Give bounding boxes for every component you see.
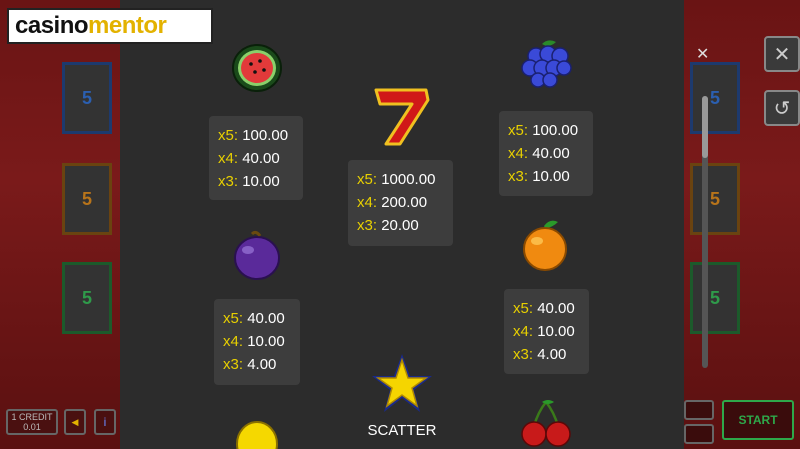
close-icon[interactable]: ✕ — [696, 44, 709, 64]
payout-value: 40.00 — [537, 300, 575, 317]
credit-display[interactable]: 1 CREDIT 0.01 — [6, 409, 58, 435]
multiplier-label: x3: — [508, 168, 529, 185]
payout-value: 100.00 — [532, 122, 579, 139]
multiplier-label: x3: — [218, 173, 239, 190]
left-arrow-icon: ◀ — [71, 417, 79, 427]
payout-value: 1000.00 — [381, 171, 436, 188]
payout-value: 20.00 — [381, 217, 419, 234]
logo-text-part1: casino — [15, 12, 89, 39]
payout-value: 10.00 — [537, 323, 575, 340]
multiplier-label: x4: — [223, 333, 244, 350]
credit-label: 1 CREDIT — [11, 412, 53, 422]
logo-text-part2: mentor — [88, 12, 167, 39]
multiplier-label: x5: — [513, 300, 534, 317]
payout-value: 200.00 — [381, 194, 428, 211]
watermelon-icon — [232, 44, 282, 92]
orange-icon — [523, 220, 567, 271]
grapes-icon — [521, 40, 572, 88]
multiplier-label: x4: — [357, 194, 378, 211]
casinomentor-logo: casino mentor — [7, 8, 213, 44]
seven-icon — [374, 88, 430, 146]
payout-value: 100.00 — [242, 127, 289, 144]
multiplier-label: x4: — [218, 150, 239, 167]
history-button[interactable]: ↺ — [764, 90, 800, 126]
reel-slot-right-2: 5 — [690, 163, 740, 235]
credit-value: 0.01 — [23, 422, 41, 432]
history-icon: ↺ — [773, 97, 791, 120]
close-button[interactable]: ✕ — [764, 36, 800, 72]
payout-value: 40.00 — [247, 310, 285, 327]
reel-number: 5 — [709, 188, 720, 209]
scrollbar-thumb[interactable] — [702, 96, 708, 158]
multiplier-label: x4: — [508, 145, 529, 162]
paytable-orange: x5: 40.00 x4: 10.00 x3: 4.00 — [504, 289, 589, 374]
reel-number: 5 — [81, 287, 92, 308]
gamble-button[interactable] — [684, 400, 714, 420]
multiplier-label: x5: — [357, 171, 378, 188]
info-icon: i — [103, 415, 107, 429]
payout-value: 40.00 — [532, 145, 570, 162]
payout-value: 4.00 — [537, 346, 567, 363]
reel-number: 5 — [81, 87, 92, 108]
scatter-label: SCATTER — [367, 422, 437, 439]
cherries-icon — [521, 400, 571, 447]
paytable-watermelon: x5: 100.00 x4: 40.00 x3: 10.00 — [209, 116, 303, 200]
lemon-icon — [236, 421, 278, 449]
info-button[interactable]: i — [94, 409, 116, 435]
reel-slot-left-3: 5 — [62, 262, 112, 334]
multiplier-label: x5: — [218, 127, 239, 144]
reel-slot-right-3: 5 — [690, 262, 740, 334]
paytable-seven: x5: 1000.00 x4: 200.00 x3: 20.00 — [348, 160, 453, 246]
reel-number: 5 — [709, 287, 720, 308]
close-x-icon: ✕ — [773, 43, 791, 66]
paytable-plum: x5: 40.00 x4: 10.00 x3: 4.00 — [214, 299, 300, 385]
paytable-grapes: x5: 100.00 x4: 40.00 x3: 10.00 — [499, 111, 593, 196]
multiplier-label: x5: — [508, 122, 529, 139]
auto-button[interactable] — [684, 424, 714, 444]
payout-value: 10.00 — [247, 333, 285, 350]
reel-slot-left-1: 5 — [62, 62, 112, 134]
multiplier-label: x3: — [513, 346, 534, 363]
multiplier-label: x5: — [223, 310, 244, 327]
multiplier-label: x3: — [223, 356, 244, 373]
star-scatter-icon — [372, 354, 432, 412]
multiplier-label: x4: — [513, 323, 534, 340]
reel-slot-right-1: 5 — [690, 62, 740, 134]
reel-slot-left-2: 5 — [62, 163, 112, 235]
payout-value: 10.00 — [532, 168, 570, 185]
plum-icon — [234, 230, 280, 280]
prev-button[interactable]: ◀ — [64, 409, 86, 435]
payout-value: 10.00 — [242, 173, 280, 190]
payout-value: 4.00 — [247, 356, 277, 373]
multiplier-label: x3: — [357, 217, 378, 234]
payout-value: 40.00 — [242, 150, 280, 167]
start-button[interactable]: START — [722, 400, 794, 440]
reel-number: 5 — [709, 87, 720, 108]
reel-number: 5 — [81, 188, 92, 209]
